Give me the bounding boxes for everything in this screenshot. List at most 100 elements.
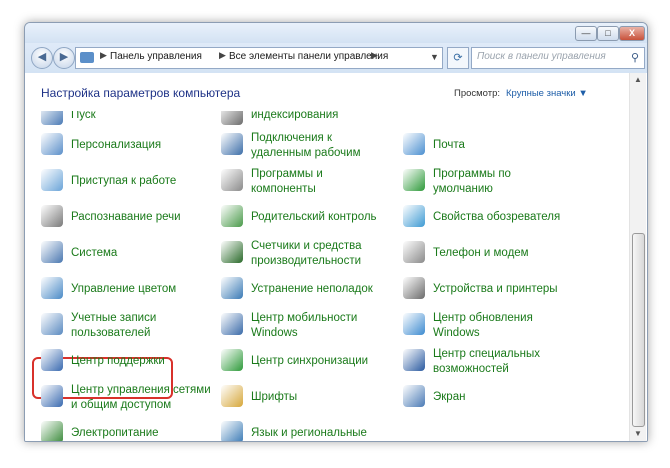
item-icon — [221, 277, 243, 299]
item-label: Почта — [433, 139, 465, 151]
item-icon — [403, 169, 425, 191]
back-arrow-icon: ◀ — [37, 51, 47, 63]
control-panel-item[interactable]: Система — [41, 237, 216, 271]
scroll-down-arrow[interactable]: ▼ — [630, 427, 646, 441]
item-label: Программы по — [433, 168, 511, 180]
control-panel-item[interactable]: Электропитание — [41, 417, 216, 441]
control-panel-item[interactable]: Язык и региональные — [221, 417, 396, 441]
control-panel-item[interactable]: Управление цветом — [41, 273, 216, 307]
item-icon — [41, 111, 63, 125]
control-panel-item[interactable]: Программы и компоненты — [221, 165, 396, 199]
control-panel-item[interactable]: Телефон и модем — [403, 237, 578, 271]
forward-button[interactable]: ▶ — [53, 47, 75, 69]
item-label: Устранение неполадок — [251, 283, 373, 295]
item-label: Центр специальных — [433, 348, 540, 360]
item-icon — [41, 313, 63, 335]
item-label: Windows — [251, 327, 298, 339]
close-button[interactable]: X — [619, 26, 645, 41]
item-icon — [41, 385, 63, 407]
control-panel-item[interactable]: Устройства и принтеры — [403, 273, 578, 307]
item-icon — [221, 205, 243, 227]
control-panel-item[interactable]: Родительский контроль — [221, 201, 396, 235]
breadcrumb-all-items[interactable]: Все элементы панели управления — [229, 51, 388, 62]
item-label: Учетные записи — [71, 312, 157, 324]
item-icon — [41, 349, 63, 371]
refresh-button[interactable]: ⟳ — [447, 47, 469, 69]
item-label: Пуск — [71, 111, 96, 121]
item-icon — [221, 421, 243, 441]
control-panel-item[interactable]: Устранение неполадок — [221, 273, 396, 307]
control-panel-item[interactable]: Центр обновления Windows — [403, 309, 578, 343]
item-label: Электропитание — [71, 427, 159, 439]
item-icon — [41, 421, 63, 441]
item-label: индексирования — [251, 111, 339, 121]
item-label: возможностей — [433, 363, 509, 375]
forward-arrow-icon: ▶ — [59, 51, 69, 63]
view-mode-dropdown[interactable]: Крупные значки ▼ — [506, 88, 588, 99]
control-panel-item[interactable]: Свойства обозревателя — [403, 201, 578, 235]
address-bar[interactable]: ▶ Панель управления ▶ Все элементы панел… — [75, 47, 443, 69]
item-label: Свойства обозревателя — [433, 211, 561, 223]
item-icon — [403, 277, 425, 299]
control-panel-item[interactable]: Центр синхронизации — [221, 345, 396, 379]
item-icon — [41, 241, 63, 263]
control-panel-item[interactable]: Центр поддержки — [41, 345, 216, 379]
control-panel-item[interactable]: Учетные записи пользователей — [41, 309, 216, 343]
title-bar: — □ X — [25, 23, 647, 43]
item-icon — [41, 133, 63, 155]
vertical-scrollbar[interactable]: ▲ ▼ — [629, 73, 646, 441]
control-panel-item[interactable]: Счетчики и средства производительности — [221, 237, 396, 271]
chevron-right-icon: ▶ — [100, 50, 107, 60]
item-label: Система — [71, 247, 118, 259]
item-label: Центр мобильности — [251, 312, 358, 324]
control-panel-item[interactable]: Распознавание речи — [41, 201, 216, 235]
breadcrumb-control-panel[interactable]: Панель управления — [110, 51, 202, 62]
control-panel-item[interactable]: Центр специальных возможностей — [403, 345, 578, 379]
control-panel-item[interactable]: Подключения к удаленным рабочим — [221, 129, 396, 163]
item-label: Экран — [433, 391, 466, 403]
chevron-right-icon: ▶ — [371, 50, 378, 60]
item-icon — [221, 133, 243, 155]
control-panel-item[interactable]: Персонализация — [41, 129, 216, 163]
control-panel-item[interactable]: Экран — [403, 381, 578, 415]
scroll-thumb[interactable] — [632, 233, 645, 427]
back-button[interactable]: ◀ — [31, 47, 53, 69]
item-label: Программы и — [251, 168, 323, 180]
item-label: Центр управления сетями — [71, 384, 211, 396]
control-panel-item[interactable]: Центр мобильности Windows — [221, 309, 396, 343]
item-label: компоненты — [251, 183, 316, 195]
search-input[interactable]: Поиск в панели управления — [477, 51, 606, 62]
control-panel-items-grid: Пуск индексирования Персонализация Подключе… — [25, 111, 625, 441]
search-box[interactable]: Поиск в панели управления ⚲ — [471, 47, 645, 69]
item-label: удаленным рабочим — [251, 147, 361, 159]
control-panel-item[interactable]: Шрифты — [221, 381, 396, 415]
item-icon — [403, 349, 425, 371]
item-icon — [41, 205, 63, 227]
control-panel-item[interactable]: Центр управления сетями и общим доступом — [41, 381, 216, 415]
minimize-button[interactable]: — — [575, 26, 597, 41]
control-panel-item[interactable]: Программы по умолчанию — [403, 165, 578, 199]
item-icon — [41, 277, 63, 299]
control-panel-item[interactable]: Приступая к работе — [41, 165, 216, 199]
item-icon — [403, 133, 425, 155]
item-label: производительности — [251, 255, 362, 267]
scroll-up-arrow[interactable]: ▲ — [630, 73, 646, 87]
search-icon[interactable]: ⚲ — [631, 51, 639, 64]
item-label: и общим доступом — [71, 399, 172, 411]
control-panel-item[interactable]: Почта — [403, 129, 578, 163]
maximize-button[interactable]: □ — [597, 26, 619, 41]
item-label: Центр обновления — [433, 312, 533, 324]
item-label: умолчанию — [433, 183, 493, 195]
item-label: Центр синхронизации — [251, 355, 369, 367]
item-label: Приступая к работе — [71, 175, 177, 187]
item-icon — [403, 205, 425, 227]
chevron-down-icon[interactable]: ▼ — [430, 52, 439, 62]
item-icon — [221, 241, 243, 263]
view-label: Просмотр: — [454, 88, 501, 99]
control-panel-window: — □ X ◀ ▶ ▶ Панель управления ▶ Все элем… — [24, 22, 648, 442]
item-label: Телефон и модем — [433, 247, 529, 259]
item-icon — [41, 169, 63, 191]
item-label: Распознавание речи — [71, 211, 181, 223]
item-icon — [221, 111, 243, 125]
item-label: Центр поддержки — [71, 355, 165, 367]
